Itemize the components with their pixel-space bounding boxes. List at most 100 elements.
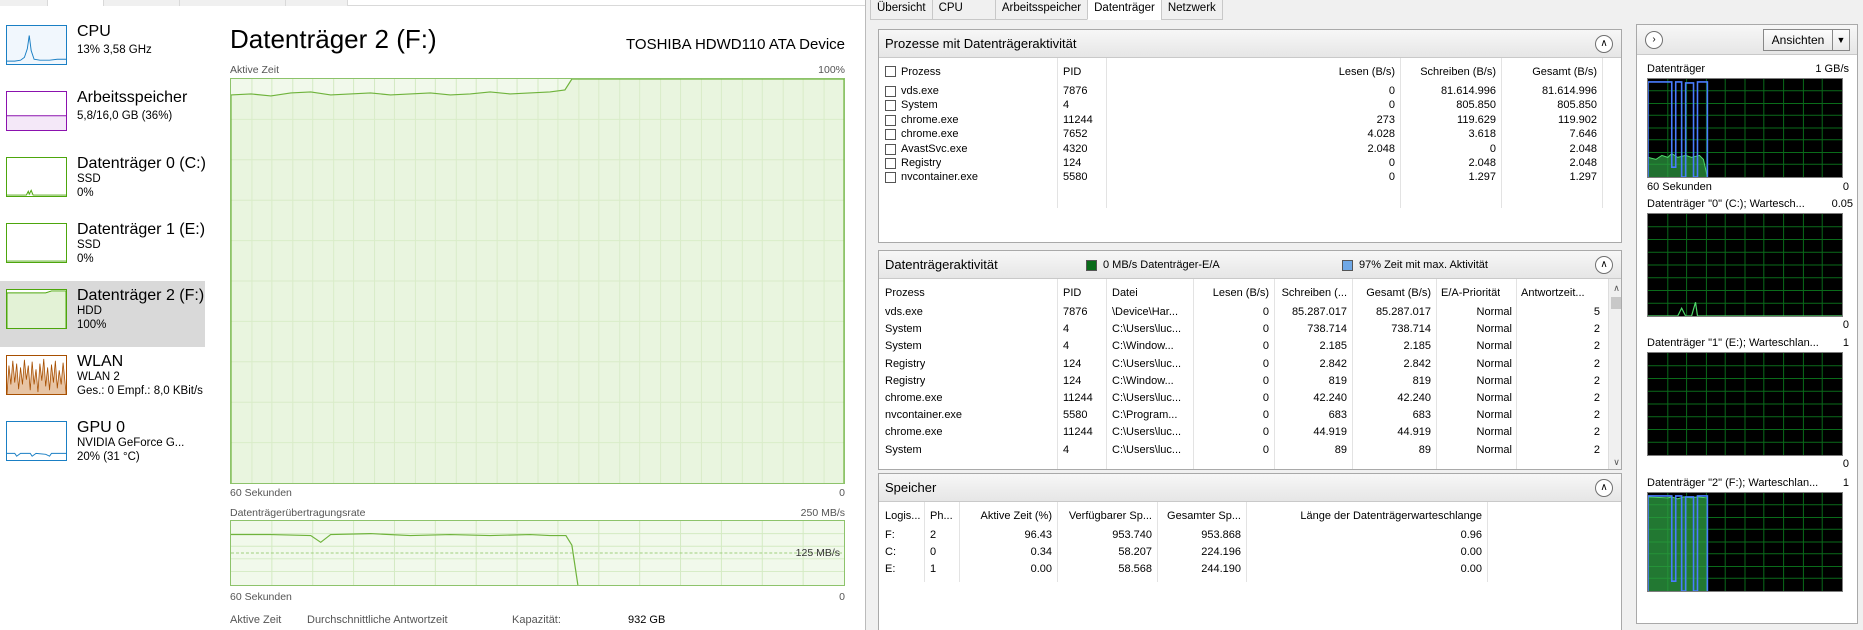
row-checkbox[interactable]: [885, 114, 896, 126]
storage-panel-header[interactable]: Speicher ∧: [879, 474, 1621, 502]
cell-io-priority: Normal: [1476, 426, 1512, 439]
select-all-checkbox[interactable]: [885, 66, 896, 77]
collapse-icon[interactable]: ∧: [1595, 479, 1613, 497]
table-row[interactable]: Registry 124 C:\Users\luc... 0 2.842 2.842 Nor…: [879, 357, 1600, 374]
column-header-pid[interactable]: PID: [1063, 287, 1081, 299]
active-time-graph: [230, 78, 845, 484]
row-checkbox[interactable]: [885, 158, 896, 169]
sidebar-item-disk-2[interactable]: Datenträger 2 (F:) HDD 100%: [0, 281, 205, 347]
stat-capacity-label: Kapazität:: [512, 614, 561, 626]
tab-fragment[interactable]: [48, 0, 104, 6]
sidebar-item-memory[interactable]: Arbeitsspeicher 5,8/16,0 GB (36%): [0, 83, 205, 149]
sidebar-item-gpu[interactable]: GPU 0 NVIDIA GeForce G... 20% (31 °C): [0, 413, 205, 479]
cell-io-priority: Normal: [1476, 374, 1512, 387]
table-row[interactable]: System 4 C:\Window... 0 2.185 2.185 Normal 2: [879, 339, 1600, 356]
column-header-io-priority[interactable]: E/A-Priorität: [1441, 287, 1500, 299]
tab-memory[interactable]: Arbeitsspeicher: [994, 0, 1089, 20]
table-row[interactable]: F: 2 96.43 953.740 953.868 0.96: [879, 528, 1599, 545]
collapse-icon[interactable]: ∧: [1595, 256, 1613, 274]
tab-fragment[interactable]: [104, 0, 180, 6]
cell-total: 81.614.996: [1541, 85, 1597, 97]
table-row[interactable]: chrome.exe 11244 273 119.629 119.902: [879, 113, 1599, 127]
cell-response-time: 2: [1593, 357, 1600, 370]
cell-response-time: 2: [1593, 426, 1600, 439]
scroll-down-icon[interactable]: ∨: [1609, 455, 1621, 469]
table-row[interactable]: chrome.exe 7652 4.028 3.618 7.646: [879, 127, 1599, 141]
table-row[interactable]: Registry 124 0 2.048 2.048: [879, 156, 1599, 170]
column-header-logical-disk[interactable]: Logis...: [885, 510, 920, 522]
column-header-process[interactable]: Prozess: [901, 66, 941, 78]
cell-total: 7.646: [1569, 128, 1597, 141]
cell-write: 683: [1328, 409, 1347, 422]
expand-right-icon[interactable]: ›: [1645, 31, 1663, 49]
row-checkbox[interactable]: [885, 100, 896, 112]
cell-read: 0: [1262, 340, 1269, 353]
legend-swatch: [1086, 259, 1097, 271]
table-row[interactable]: chrome.exe 11244 C:\Users\luc... 0 44.919 44.…: [879, 425, 1600, 442]
table-row[interactable]: vds.exe 7876 \Device\Har... 0 85.287.017 85.2…: [879, 305, 1600, 322]
views-dropdown-icon[interactable]: ▼: [1832, 29, 1850, 51]
table-row[interactable]: System 4 0 805.850 805.850: [879, 98, 1599, 112]
scroll-up-icon[interactable]: ∧: [1609, 281, 1621, 295]
table-row[interactable]: nvcontainer.exe 5580 C:\Program... 0 683 683 N…: [879, 408, 1600, 425]
cell-logical-disk: C:: [885, 546, 896, 558]
cell-process: Registry: [901, 157, 942, 169]
table-row[interactable]: System 4 C:\Users\luc... 0 738.714 738.714 Nor…: [879, 322, 1600, 339]
cell-write: 89: [1334, 443, 1347, 456]
column-header-queue-length[interactable]: Länge der Datenträgerwarteschlange: [1246, 510, 1482, 522]
row-checkbox[interactable]: [885, 86, 896, 97]
scrollbar-thumb[interactable]: [1611, 297, 1621, 309]
table-row[interactable]: chrome.exe 11244 C:\Users\luc... 0 42.240 42.…: [879, 391, 1600, 408]
sidebar-item-cpu[interactable]: CPU 13% 3,58 GHz: [0, 17, 205, 83]
column-header-read[interactable]: Lesen (B/s): [1289, 66, 1395, 78]
stat-response-time-label: Durchschnittliche Antwortzeit: [307, 614, 448, 626]
column-header-available-space[interactable]: Verfügbarer Sp...: [1057, 510, 1152, 522]
column-header-read[interactable]: Lesen (B/s): [1189, 287, 1269, 299]
sidebar-item-disk-0[interactable]: Datenträger 0 (C:) SSD 0%: [0, 149, 206, 215]
table-row[interactable]: AvastSvc.exe 4320 2.048 0 2.048: [879, 142, 1599, 156]
transfer-rate-max: 250 MB/s: [800, 507, 845, 519]
cell-write: 805.850: [1456, 99, 1496, 112]
tab-cpu[interactable]: CPU: [931, 0, 996, 20]
column-header-pid[interactable]: PID: [1063, 66, 1081, 78]
column-header-write[interactable]: Schreiben (B/s): [1389, 66, 1496, 78]
processes-panel-header[interactable]: Prozesse mit Datenträgeraktivität ∧: [879, 30, 1621, 58]
table-row[interactable]: E: 1 0.00 58.568 244.190 0.00: [879, 562, 1599, 579]
tab-overview[interactable]: Übersicht: [870, 0, 933, 20]
column-header-total[interactable]: Gesamt (B/s): [1352, 287, 1431, 299]
table-row[interactable]: System 4 C:\Users\luc... 0 89 89 Normal 2: [879, 443, 1600, 460]
cell-pid: 7876: [1063, 306, 1088, 318]
column-header-response-time[interactable]: Antwortzeit...: [1521, 287, 1605, 299]
transfer-rate-mid: 125 MB/s: [795, 547, 840, 559]
table-row[interactable]: C: 0 0.34 58.207 224.196 0.00: [879, 545, 1599, 562]
tab-network[interactable]: Netzwerk: [1160, 0, 1223, 20]
row-checkbox[interactable]: [885, 129, 896, 141]
row-checkbox[interactable]: [885, 172, 896, 184]
sidebar-item-disk-1[interactable]: Datenträger 1 (E:) SSD 0%: [0, 215, 205, 281]
column-header-total[interactable]: Gesamt (B/s): [1489, 66, 1597, 78]
sidebar-item-label: GPU 0: [77, 419, 126, 436]
disk-activity-panel-header[interactable]: Datenträgeraktivität 0 MB/s Datenträger-…: [879, 251, 1621, 279]
collapse-icon[interactable]: ∧: [1595, 35, 1613, 53]
views-button[interactable]: Ansichten: [1763, 29, 1833, 51]
tab-fragment[interactable]: [0, 0, 48, 6]
column-header-process[interactable]: Prozess: [885, 287, 925, 299]
row-checkbox[interactable]: [885, 143, 896, 155]
cell-pid: 124: [1063, 374, 1082, 387]
sidebar-item-wlan[interactable]: WLAN WLAN 2 Ges.: 0 Empf.: 8,0 KBit/s: [0, 347, 205, 413]
column-header-total-space[interactable]: Gesamter Sp...: [1157, 510, 1241, 522]
column-header-file[interactable]: Datei: [1112, 287, 1138, 299]
active-time-label: Aktive Zeit: [230, 64, 280, 76]
cell-write: 42.240: [1313, 392, 1347, 404]
cell-process: Registry: [885, 357, 926, 370]
cell-total: 42.240: [1397, 392, 1431, 404]
table-row[interactable]: Registry 124 C:\Window... 0 819 819 Normal 2: [879, 374, 1600, 391]
column-header-active-time[interactable]: Aktive Zeit (%): [961, 510, 1052, 522]
column-header-write[interactable]: Schreiben (...: [1274, 287, 1347, 299]
table-row[interactable]: vds.exe 7876 0 81.614.996 81.614.996: [879, 84, 1599, 98]
tab-disk[interactable]: Datenträger: [1087, 0, 1162, 20]
storage-table: Logis... Ph... Aktive Zeit (%) Verfügbar…: [879, 502, 1621, 630]
vertical-scrollbar[interactable]: ∧ ∨: [1608, 279, 1621, 469]
column-header-physical-disk[interactable]: Ph...: [930, 510, 953, 522]
table-row[interactable]: nvcontainer.exe 5580 0 1.297 1.297: [879, 170, 1599, 184]
